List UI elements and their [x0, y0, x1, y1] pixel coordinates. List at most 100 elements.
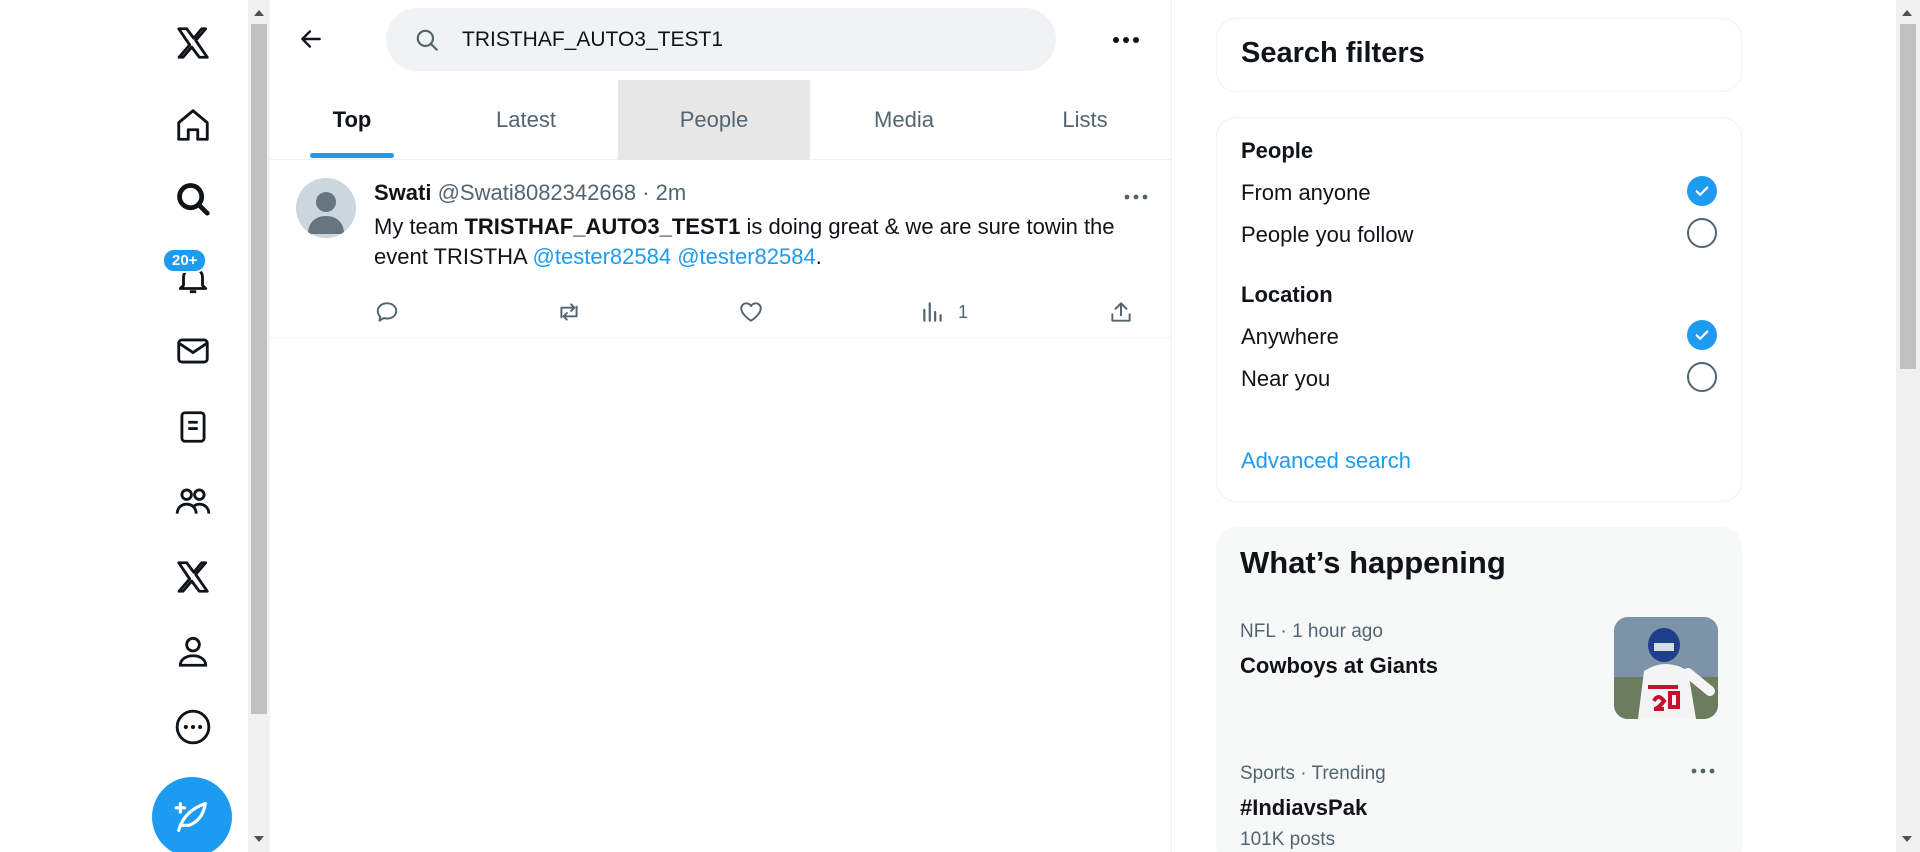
mention-link[interactable]: @tester82584: [533, 244, 672, 269]
trend-post-count: 101K posts: [1240, 829, 1336, 850]
search-filters-header-card: Search filters: [1216, 18, 1742, 92]
from-anyone-radio[interactable]: [1687, 176, 1717, 206]
back-arrow-icon: [301, 30, 321, 48]
messages-envelope-icon[interactable]: [158, 320, 228, 382]
share-upload-icon: [1111, 302, 1131, 322]
views-button[interactable]: 1: [920, 288, 968, 336]
trend-thumbnail-image[interactable]: [1614, 617, 1718, 719]
filter-option-anywhere[interactable]: Anywhere: [1241, 324, 1721, 350]
search-tabs: Top Latest People Media Lists: [270, 80, 1172, 160]
search-filters-card: People From anyone People you follow Loc…: [1216, 117, 1742, 502]
default-avatar-icon: [308, 192, 344, 234]
left-navigation: 20+: [140, 0, 250, 852]
author-handle[interactable]: @Swati8082342668: [438, 180, 636, 205]
search-results-column: Top Latest People Media Lists Swati @Swa…: [270, 0, 1172, 852]
text-prefix: My team: [374, 214, 465, 239]
option-label: From anyone: [1241, 180, 1371, 205]
football-player-photo-icon: [1614, 617, 1718, 719]
lists-icon[interactable]: [158, 396, 228, 458]
trend-meta: Sports · Trending: [1240, 763, 1386, 784]
tab-label: Media: [874, 107, 934, 132]
search-filters-title: Search filters: [1241, 37, 1425, 69]
option-label: People you follow: [1241, 222, 1414, 247]
option-label: Anywhere: [1241, 324, 1339, 349]
heart-icon: [740, 302, 762, 322]
tab-latest[interactable]: Latest: [434, 80, 618, 160]
tab-label: Top: [332, 107, 372, 132]
trend-title[interactable]: Cowboys at Giants: [1240, 653, 1438, 679]
feather-plus-icon: [174, 802, 207, 832]
reply-button[interactable]: [374, 288, 400, 336]
location-filter-heading: Location: [1241, 282, 1333, 307]
trend-more-button[interactable]: [1688, 759, 1718, 783]
tab-media[interactable]: Media: [810, 80, 998, 160]
checkmark-icon: [1695, 186, 1709, 196]
text-end: .: [815, 244, 822, 269]
compose-post-button[interactable]: [152, 777, 232, 852]
scrollbar-thumb[interactable]: [1900, 24, 1916, 369]
author-name[interactable]: Swati: [374, 180, 431, 205]
filter-option-near-you[interactable]: Near you: [1241, 366, 1721, 392]
people-filter-heading: People: [1241, 138, 1314, 163]
main-scrollbar[interactable]: [248, 0, 270, 852]
ellipsis-icon: [1113, 37, 1139, 43]
checkmark-icon: [1695, 330, 1709, 340]
people-you-follow-radio[interactable]: [1687, 218, 1717, 248]
avatar[interactable]: [296, 178, 356, 238]
notifications-badge: 20+: [162, 248, 208, 273]
whats-happening-card: What’s happening NFL · 1 hour ago Cowboy…: [1216, 527, 1742, 852]
more-options-icon[interactable]: [158, 696, 228, 758]
page-scrollbar[interactable]: [1896, 0, 1920, 852]
highlighted-term: TRISTHAF_AUTO3_TEST1: [464, 214, 741, 239]
scroll-down-arrow-icon[interactable]: [1902, 836, 1912, 842]
option-label: Near you: [1241, 366, 1331, 391]
profile-icon[interactable]: [158, 620, 228, 682]
like-button[interactable]: [738, 288, 764, 336]
active-tab-indicator: [310, 153, 394, 158]
scroll-down-arrow-icon[interactable]: [254, 836, 264, 842]
tweet[interactable]: Swati @Swati8082342668 · 2m My team TRIS…: [270, 160, 1172, 338]
communities-icon[interactable]: [158, 470, 228, 532]
trend-title[interactable]: #IndiavsPak: [1240, 795, 1367, 821]
back-button[interactable]: [290, 18, 332, 60]
share-button[interactable]: [1108, 288, 1134, 336]
tweet-actions: 1: [374, 288, 1164, 336]
tweet-text: My team TRISTHAF_AUTO3_TEST1 is doing gr…: [374, 212, 1144, 272]
search-more-button[interactable]: [1106, 22, 1146, 58]
tweet-header: Swati @Swati8082342668 · 2m: [374, 180, 686, 206]
tweet-more-button[interactable]: [1118, 182, 1154, 212]
mention-link[interactable]: @tester82584: [677, 244, 816, 269]
repost-icon: [560, 303, 578, 321]
premium-x-icon[interactable]: [158, 546, 228, 608]
trend-meta: NFL · 1 hour ago: [1240, 621, 1383, 642]
filter-option-from-anyone[interactable]: From anyone: [1241, 180, 1721, 206]
whats-happening-title: What’s happening: [1240, 545, 1506, 580]
header-separator: ·: [636, 180, 656, 205]
tab-lists[interactable]: Lists: [998, 80, 1172, 160]
explore-search-icon[interactable]: [158, 168, 228, 230]
near-you-radio[interactable]: [1687, 362, 1717, 392]
search-bar[interactable]: [386, 8, 1056, 71]
home-icon[interactable]: [158, 94, 228, 156]
tweet-time[interactable]: 2m: [656, 180, 687, 205]
views-count: 1: [958, 301, 969, 322]
reply-icon: [376, 302, 398, 322]
scroll-up-arrow-icon[interactable]: [1902, 10, 1912, 16]
ellipsis-icon: [1124, 194, 1148, 200]
anywhere-radio[interactable]: [1687, 320, 1717, 350]
repost-button[interactable]: [556, 288, 582, 336]
tab-label: People: [679, 107, 749, 132]
analytics-bars-icon: [923, 302, 942, 322]
tab-label: Lists: [1062, 107, 1108, 132]
scrollbar-thumb[interactable]: [251, 24, 267, 714]
advanced-search-link[interactable]: Advanced search: [1241, 448, 1411, 474]
search-icon: [416, 29, 438, 51]
search-input[interactable]: [462, 27, 982, 52]
tab-label: Latest: [496, 107, 556, 132]
ellipsis-icon: [1691, 768, 1715, 774]
tab-people[interactable]: People: [618, 80, 810, 160]
filter-option-people-you-follow[interactable]: People you follow: [1241, 222, 1721, 248]
x-logo-icon[interactable]: [158, 12, 228, 74]
tab-top[interactable]: Top: [270, 80, 434, 160]
scroll-up-arrow-icon[interactable]: [254, 10, 264, 16]
